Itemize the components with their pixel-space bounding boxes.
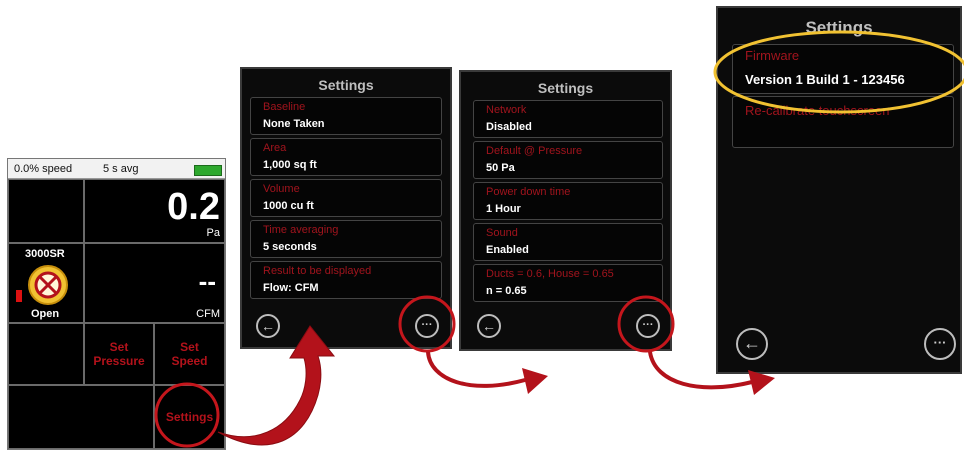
- highlight-circle: [398, 295, 456, 353]
- highlight-circle: [154, 382, 220, 448]
- flow-arrow-1: [217, 325, 336, 446]
- flow-arrow-3: [648, 351, 753, 390]
- highlight-circle: [617, 295, 675, 353]
- flow-arrow-2: [426, 351, 526, 388]
- annotation-overlay: [154, 30, 964, 448]
- flow-arrow-3-head: [748, 370, 775, 395]
- firmware-highlight-ellipse: [713, 30, 964, 114]
- flow-arrow-2-head: [522, 368, 548, 394]
